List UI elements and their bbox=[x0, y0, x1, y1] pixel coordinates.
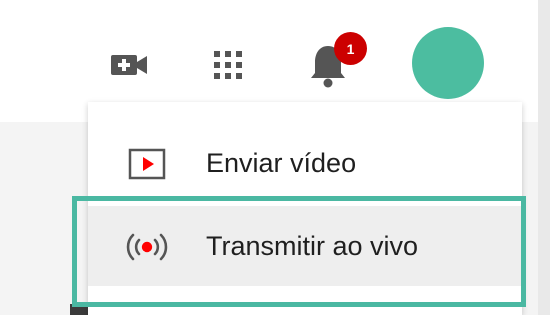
apps-grid-icon bbox=[214, 51, 242, 79]
create-video-button[interactable] bbox=[104, 44, 154, 86]
notification-badge: 1 bbox=[334, 32, 367, 65]
avatar[interactable] bbox=[412, 27, 484, 99]
create-dropdown-menu: Enviar vídeo Transmitir ao vivo bbox=[88, 102, 522, 315]
menu-item-upload-video[interactable]: Enviar vídeo bbox=[88, 123, 522, 203]
live-broadcast-icon bbox=[120, 228, 174, 266]
apps-button[interactable] bbox=[203, 42, 253, 88]
upload-video-icon bbox=[120, 145, 174, 183]
menu-item-go-live[interactable]: Transmitir ao vivo bbox=[88, 206, 522, 286]
menu-item-label: Transmitir ao vivo bbox=[206, 231, 419, 261]
notifications-button[interactable]: 1 bbox=[300, 30, 380, 90]
menu-item-label: Enviar vídeo bbox=[206, 148, 357, 178]
page-edge bbox=[538, 0, 550, 315]
video-plus-icon bbox=[111, 55, 147, 75]
